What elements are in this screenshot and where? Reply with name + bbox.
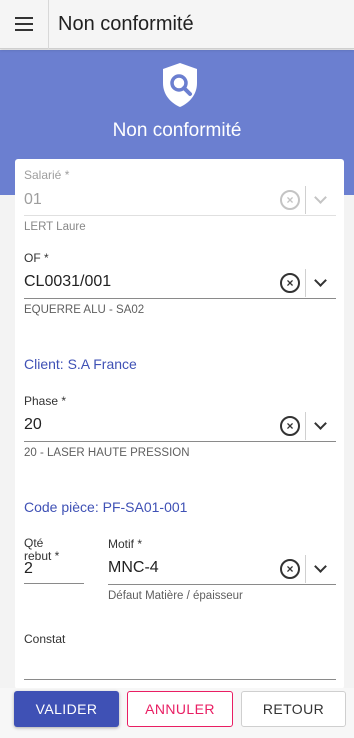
- qte-rebut-underline: [24, 583, 84, 584]
- code-piece-info: Code pièce: PF-SA01-001: [24, 499, 188, 515]
- salarie-underline: [24, 215, 336, 216]
- client-info: Client: S.A France: [24, 356, 137, 372]
- motif-chevron-down-icon[interactable]: [314, 560, 327, 573]
- salarie-hint: LERT Laure: [24, 221, 86, 233]
- salarie-label: Salarié *: [24, 168, 70, 182]
- of-label: OF *: [24, 251, 49, 265]
- salarie-field[interactable]: 01: [24, 191, 42, 209]
- app-bar: Non conformité: [0, 0, 354, 49]
- motif-clear-icon[interactable]: ×: [280, 559, 300, 579]
- salarie-chevron-down-icon: [314, 191, 327, 204]
- of-hint: EQUERRE ALU - SA02: [24, 304, 145, 316]
- of-divider: [305, 269, 306, 297]
- hamburger-icon: [15, 23, 33, 25]
- qte-rebut-label-line1: Qté: [24, 536, 44, 550]
- menu-button[interactable]: [0, 0, 49, 49]
- salarie-clear-icon: ×: [280, 190, 300, 210]
- motif-field[interactable]: MNC-4: [108, 559, 159, 577]
- app-bar-title: Non conformité: [58, 12, 194, 35]
- motif-hint: Défaut Matière / épaisseur: [108, 590, 243, 602]
- annuler-button[interactable]: ANNULER: [127, 691, 233, 727]
- of-underline: [24, 298, 336, 299]
- motif-underline: [108, 584, 336, 585]
- of-field[interactable]: CL0031/001: [24, 273, 111, 291]
- of-clear-icon[interactable]: ×: [280, 273, 300, 293]
- phase-clear-icon[interactable]: ×: [280, 416, 300, 436]
- shield-search-icon: [163, 63, 197, 107]
- retour-button[interactable]: RETOUR: [241, 691, 346, 727]
- motif-divider: [305, 555, 306, 583]
- of-chevron-down-icon[interactable]: [314, 274, 327, 287]
- bottom-action-bar: VALIDER ANNULER RETOUR: [0, 688, 354, 738]
- valider-button[interactable]: VALIDER: [14, 691, 119, 727]
- phase-divider: [305, 412, 306, 440]
- phase-label: Phase *: [24, 394, 67, 408]
- constat-label: Constat: [24, 632, 66, 646]
- phase-hint: 20 - LASER HAUTE PRESSION: [24, 447, 190, 459]
- phase-field[interactable]: 20: [24, 416, 42, 434]
- form-card: Salarié * 01 × LERT Laure OF * CL0031/00…: [15, 159, 344, 689]
- motif-label: Motif *: [108, 537, 143, 551]
- salarie-divider: [305, 186, 306, 214]
- hero-title: Non conformité: [112, 120, 242, 141]
- qte-rebut-field[interactable]: 2: [24, 560, 33, 578]
- phase-underline: [24, 441, 336, 442]
- constat-underline: [24, 679, 336, 680]
- phase-chevron-down-icon[interactable]: [314, 417, 327, 430]
